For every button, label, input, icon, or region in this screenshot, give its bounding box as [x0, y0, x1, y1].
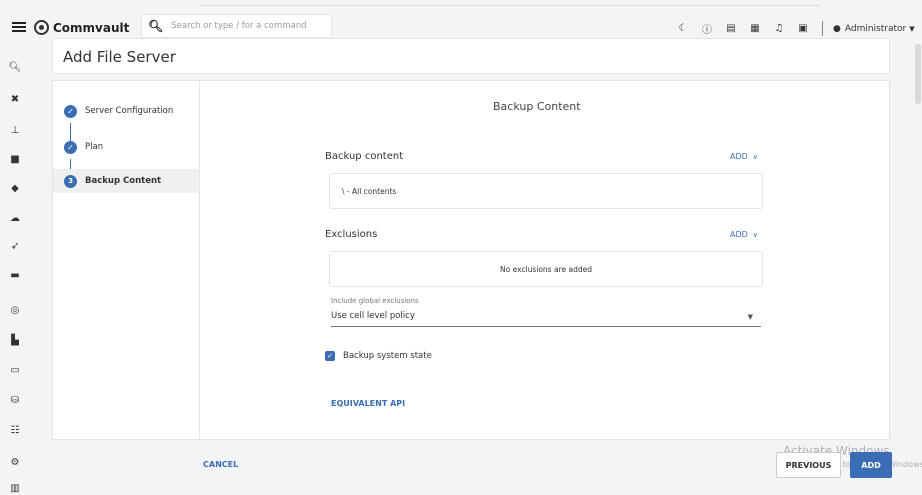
step-number: 3	[64, 174, 77, 188]
check-icon: ✓	[64, 140, 77, 154]
chart-icon[interactable]: ⊥	[9, 124, 21, 136]
chevron-down-icon: ∨	[752, 152, 758, 161]
search-icon[interactable]: 🔍︎	[9, 61, 22, 73]
scrollbar[interactable]	[915, 44, 921, 104]
top-icons: ☾ ⓘ ▤ ▦ ♫ ▣ ● Administrator ▼	[676, 21, 915, 36]
backup-system-state-label: Backup system state	[343, 351, 432, 361]
section-title: Backup Content	[493, 100, 581, 113]
backup-content-label: Backup content	[325, 151, 404, 162]
exclusions-empty-text: No exclusions are added	[500, 264, 592, 274]
dropdown-arrow-icon: ▼	[747, 313, 753, 321]
clipboard-icon[interactable]: ▥	[9, 482, 21, 494]
chevron-down-icon: ▼	[909, 24, 915, 33]
backup-system-state-row[interactable]: ✓ Backup system state	[325, 351, 432, 361]
wizard-steps: ✓ Server Configuration ✓ Plan 3 Backup C…	[53, 81, 200, 439]
step-server-configuration[interactable]: ✓ Server Configuration	[53, 99, 199, 123]
bell-icon[interactable]: ♫	[772, 22, 786, 36]
previous-button[interactable]: PREVIOUS	[776, 452, 841, 478]
step-label: Plan	[85, 142, 104, 152]
backup-system-state-checkbox[interactable]: ✓	[325, 351, 335, 361]
page-title: Add File Server	[63, 48, 176, 66]
exclusions-box: No exclusions are added	[329, 251, 763, 287]
backup-content-item: \ - All contents	[342, 186, 397, 196]
step-backup-content[interactable]: 3 Backup Content	[53, 169, 199, 193]
briefcase-icon[interactable]: ▬	[9, 269, 21, 281]
wizard-card: ✓ Server Configuration ✓ Plan 3 Backup C…	[52, 80, 890, 440]
brand-logo[interactable]: Commvault	[34, 20, 129, 35]
add-button[interactable]: ADD	[850, 452, 892, 478]
moon-icon[interactable]: ☾	[676, 22, 690, 36]
top-divider	[200, 5, 820, 6]
chevron-down-icon: ∨	[752, 230, 758, 239]
help-icon[interactable]: ⓘ	[700, 22, 714, 36]
page-header: Add File Server	[52, 38, 890, 74]
storage-icon[interactable]: ■	[9, 153, 21, 165]
cloud-users-icon[interactable]: ☁	[9, 212, 21, 224]
backup-content-box[interactable]: \ - All contents	[329, 173, 763, 209]
commvault-logo-icon	[34, 20, 49, 35]
satellite-icon[interactable]: ➶	[9, 240, 21, 252]
equivalent-api-link[interactable]: EQUIVALENT API	[331, 399, 405, 408]
search-input[interactable]	[171, 21, 322, 31]
cancel-button[interactable]: CANCEL	[203, 460, 238, 469]
document-icon[interactable]: ▤	[724, 22, 738, 36]
settings-sliders-icon[interactable]: ☷	[9, 424, 21, 436]
step-label: Server Configuration	[85, 106, 174, 116]
step-label: Backup Content	[85, 176, 162, 186]
menu-icon[interactable]	[12, 22, 26, 32]
left-nav: 🔍︎ ✖ ⊥ ■ ◆ ☁ ➶ ▬ ◎ ▙ ▭ ⛁ ☷ ⚙ ▥	[0, 44, 30, 495]
header-separator	[822, 21, 823, 36]
calculator-icon[interactable]: ▦	[748, 22, 762, 36]
global-exclusions-label: Include global exclusions	[331, 297, 419, 305]
globe-icon[interactable]: ◎	[9, 304, 21, 316]
gear-icon[interactable]: ⚙	[9, 456, 21, 468]
user-menu[interactable]: ● Administrator ▼	[833, 24, 915, 34]
database-icon[interactable]: ⛁	[9, 394, 21, 406]
brand-name: Commvault	[53, 20, 130, 35]
user-icon: ●	[833, 23, 841, 34]
global-exclusions-select[interactable]: Use cell level policy ▼	[331, 311, 761, 327]
search-box[interactable]: 🔍︎	[141, 14, 332, 38]
tools-icon[interactable]: ✖	[9, 93, 21, 105]
add-exclusions-button[interactable]: ADD ∨	[730, 230, 758, 239]
add-label: ADD	[730, 230, 748, 239]
exclusions-label: Exclusions	[325, 229, 378, 240]
reports-icon[interactable]: ▙	[9, 334, 21, 346]
add-backup-content-button[interactable]: ADD ∨	[730, 152, 758, 161]
dashboard-icon[interactable]: ▣	[796, 22, 810, 36]
shield-icon[interactable]: ◆	[9, 182, 21, 194]
check-icon: ✓	[64, 104, 77, 118]
user-name: Administrator	[844, 23, 907, 34]
monitor-icon[interactable]: ▭	[9, 364, 21, 376]
search-icon: 🔍︎	[148, 19, 164, 33]
global-exclusions-value: Use cell level policy	[331, 311, 415, 321]
step-plan[interactable]: ✓ Plan	[53, 135, 199, 159]
add-label: ADD	[730, 152, 748, 161]
